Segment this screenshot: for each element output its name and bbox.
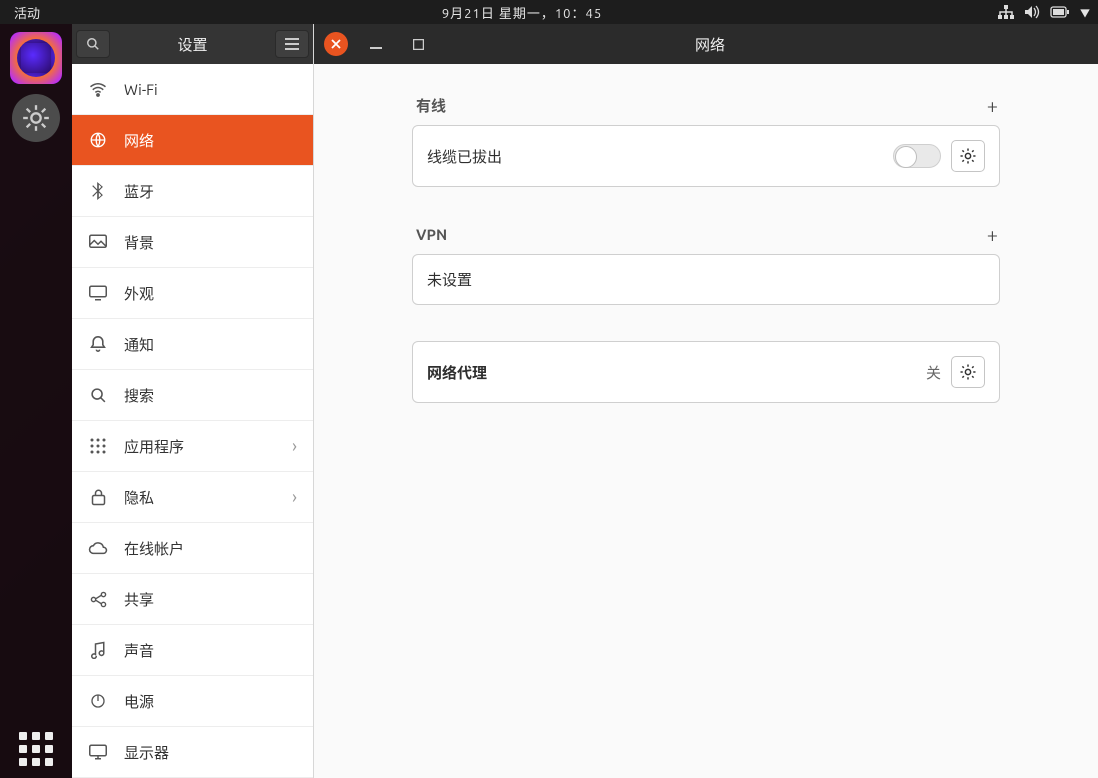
search-icon — [86, 37, 100, 51]
wired-row: 线缆已拔出 — [412, 125, 1000, 187]
bluetooth-icon — [88, 182, 108, 200]
battery-icon — [1050, 6, 1070, 18]
window-maximize-button[interactable] — [404, 39, 432, 50]
sidebar-list: Wi-Fi 网络蓝牙背景外观通知搜索应用程序 › 隐私 › 在线帐户共享声音电源显示器 — [72, 64, 313, 778]
globe-icon — [88, 131, 108, 149]
vpn-heading: VPN — [416, 226, 447, 243]
sidebar-item-label: 电源 — [124, 691, 154, 712]
proxy-row: 网络代理 关 — [412, 341, 1000, 403]
sidebar-item-label: 在线帐户 — [124, 538, 184, 559]
proxy-label: 网络代理 — [427, 362, 487, 383]
music-icon — [88, 641, 108, 659]
window-close-button[interactable] — [324, 32, 348, 56]
settings-window: 设置 Wi-Fi 网络蓝牙背景外观通知搜索应用程序 › 隐私 › 在线帐户共享声音电源显示… — [72, 24, 1098, 778]
wired-section-header: 有线 + — [412, 94, 1000, 125]
sidebar-title: 设置 — [114, 34, 271, 55]
sidebar-item-label: 显示器 — [124, 742, 169, 763]
volume-icon — [1024, 5, 1040, 19]
appearance-icon — [88, 285, 108, 301]
proxy-status: 关 — [926, 362, 941, 383]
topbar-datetime[interactable]: 9月21日 星期一，10：45 — [46, 3, 998, 22]
sidebar-item-label: 共享 — [124, 589, 154, 610]
window-minimize-button[interactable] — [362, 38, 390, 50]
wired-settings-button[interactable] — [951, 140, 985, 172]
sidebar-item-globe[interactable]: 网络 — [72, 115, 313, 166]
activities-button[interactable]: 活动 — [8, 3, 46, 22]
vpn-row: 未设置 — [412, 254, 1000, 305]
proxy-settings-button[interactable] — [951, 356, 985, 388]
search-icon — [88, 387, 108, 404]
close-icon — [331, 39, 341, 49]
wifi-icon — [88, 80, 108, 98]
dock-settings[interactable] — [10, 92, 62, 144]
sidebar-item-search[interactable]: 搜索 — [72, 370, 313, 421]
chevron-right-icon: › — [292, 487, 297, 507]
network-icon — [998, 5, 1014, 19]
minimize-icon — [370, 38, 382, 50]
dock — [0, 24, 72, 778]
vpn-add-button[interactable]: + — [987, 223, 998, 246]
chevron-right-icon: › — [292, 436, 297, 456]
sidebar-search-button[interactable] — [76, 30, 110, 58]
settings-sidebar: 设置 Wi-Fi 网络蓝牙背景外观通知搜索应用程序 › 隐私 › 在线帐户共享声音电源显示… — [72, 24, 314, 778]
content-header: 网络 — [314, 24, 1098, 64]
dock-show-apps[interactable] — [19, 732, 53, 766]
sidebar-item-appearance[interactable]: 外观 — [72, 268, 313, 319]
wired-status-label: 线缆已拔出 — [427, 146, 502, 167]
sidebar-item-label: 声音 — [124, 640, 154, 661]
hamburger-icon — [285, 38, 299, 50]
sidebar-item-label: 搜索 — [124, 385, 154, 406]
sidebar-item-label: 隐私 — [124, 487, 154, 508]
sidebar-item-label: 应用程序 — [124, 436, 184, 457]
sidebar-item-share[interactable]: 共享 — [72, 574, 313, 625]
bell-icon — [88, 335, 108, 353]
content-title: 网络 — [432, 34, 988, 55]
sidebar-item-cloud[interactable]: 在线帐户 — [72, 523, 313, 574]
display-icon — [88, 744, 108, 760]
wired-toggle[interactable] — [893, 144, 941, 168]
sidebar-item-background[interactable]: 背景 — [72, 217, 313, 268]
content-pane: 网络 有线 + 线缆已拔出 VPN + — [314, 24, 1098, 778]
power-icon — [88, 693, 108, 709]
dock-firefox[interactable] — [10, 32, 62, 84]
sidebar-item-label: 网络 — [124, 130, 154, 151]
vpn-section-header: VPN + — [412, 223, 1000, 254]
sidebar-item-bluetooth[interactable]: 蓝牙 — [72, 166, 313, 217]
background-icon — [88, 234, 108, 250]
sidebar-item-display[interactable]: 显示器 — [72, 727, 313, 778]
sidebar-item-label: 背景 — [124, 232, 154, 253]
sidebar-item-label: 通知 — [124, 334, 154, 355]
gear-icon — [959, 147, 977, 165]
cloud-icon — [88, 541, 108, 555]
sidebar-header: 设置 — [72, 24, 313, 64]
sidebar-item-power[interactable]: 电源 — [72, 676, 313, 727]
sidebar-item-lock[interactable]: 隐私 › — [72, 472, 313, 523]
gear-icon — [959, 363, 977, 381]
sidebar-item-label: 外观 — [124, 283, 154, 304]
wired-heading: 有线 — [416, 95, 446, 116]
lock-icon — [88, 488, 108, 506]
sidebar-item-wifi[interactable]: Wi-Fi — [72, 64, 313, 115]
sidebar-item-label: 蓝牙 — [124, 181, 154, 202]
system-tray[interactable]: ▼ — [998, 5, 1090, 20]
content-body: 有线 + 线缆已拔出 VPN + 未设置 — [314, 64, 1098, 778]
sidebar-item-music[interactable]: 声音 — [72, 625, 313, 676]
gear-icon — [22, 104, 50, 132]
gnome-topbar: 活动 9月21日 星期一，10：45 ▼ — [0, 0, 1098, 24]
chevron-down-icon: ▼ — [1080, 5, 1090, 20]
apps-icon — [88, 438, 108, 454]
maximize-icon — [413, 39, 424, 50]
vpn-status-label: 未设置 — [427, 269, 472, 290]
wired-add-button[interactable]: + — [987, 94, 998, 117]
sidebar-item-label: Wi-Fi — [124, 81, 158, 98]
share-icon — [88, 591, 108, 608]
sidebar-menu-button[interactable] — [275, 30, 309, 58]
sidebar-item-apps[interactable]: 应用程序 › — [72, 421, 313, 472]
sidebar-item-bell[interactable]: 通知 — [72, 319, 313, 370]
